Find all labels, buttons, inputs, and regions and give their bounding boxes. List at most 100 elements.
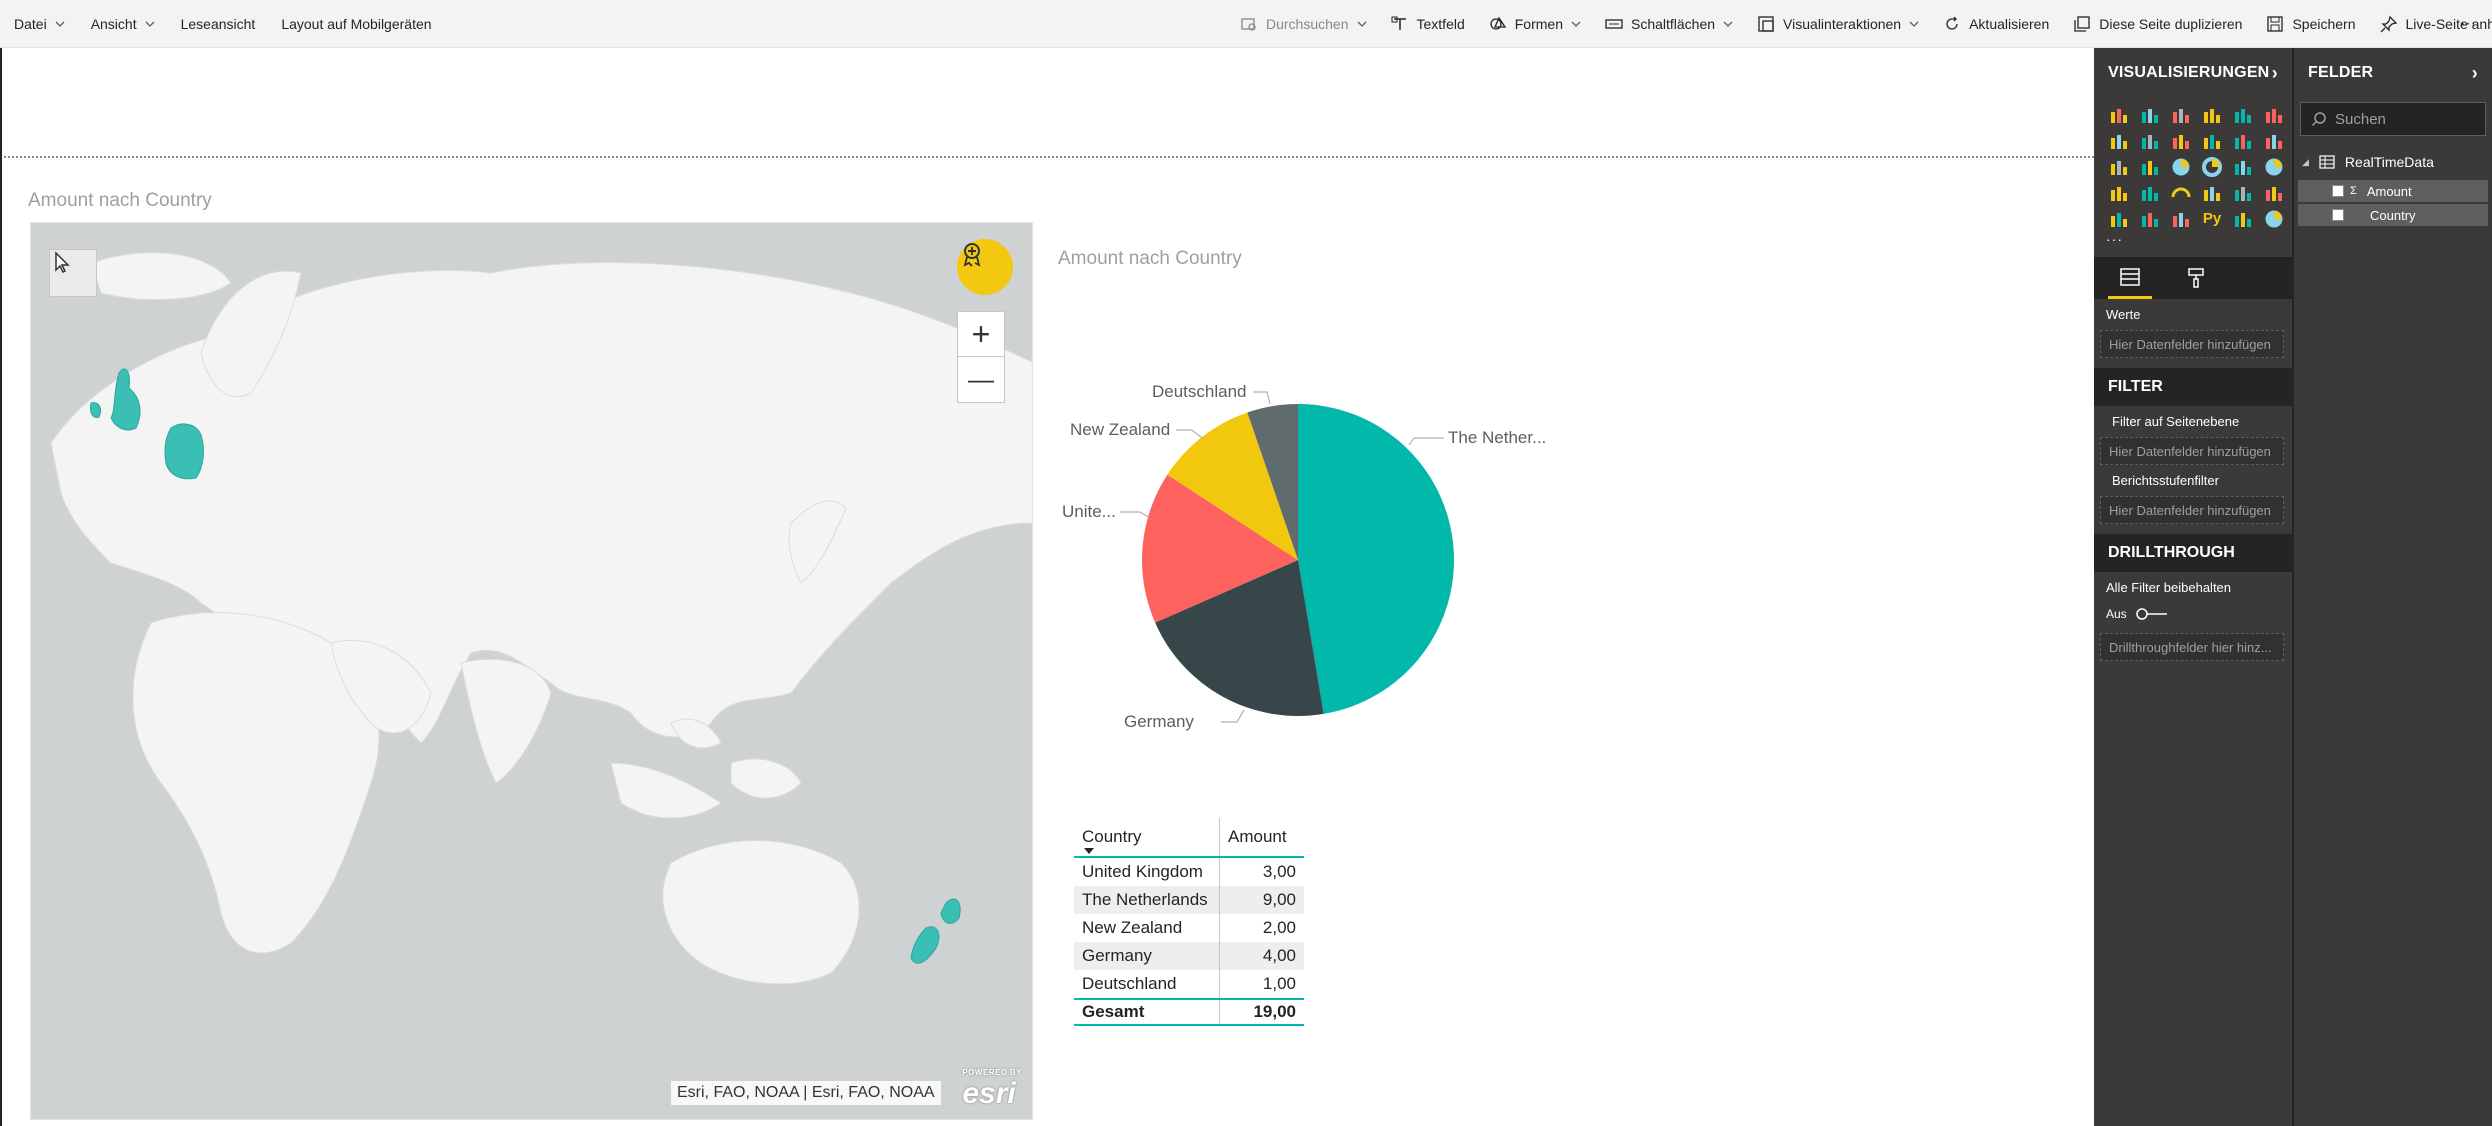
top-toolbar: Datei Ansicht Leseansicht Layout auf Mobilg… [0, 0, 2492, 48]
table-visual[interactable]: Country Amount United Kingdom 3,00 The Net… [1074, 818, 1304, 1026]
cursor-icon [55, 251, 70, 274]
viz-card-icon[interactable] [2199, 182, 2225, 203]
values-dropzone[interactable]: Hier Datenfelder hinzufügen [2100, 330, 2284, 358]
field-table-realtimedata[interactable]: ◢ RealTimeData [2294, 140, 2492, 178]
map-badge-button[interactable] [957, 239, 1013, 295]
zoom-out-button[interactable]: — [957, 357, 1005, 403]
viz-line-icon[interactable] [2106, 130, 2132, 151]
textbox-icon [1391, 15, 1409, 33]
viz-line-clustered-icon[interactable] [2230, 130, 2256, 151]
viz-line-column-icon[interactable] [2199, 130, 2225, 151]
toolbar-visual-interactions-button[interactable]: Visualinteraktionen [1757, 15, 1919, 33]
viz-area-icon[interactable] [2137, 130, 2163, 151]
viz-waterfall-icon[interactable] [2106, 156, 2132, 177]
viz-arcgis-icon[interactable] [2261, 208, 2287, 229]
table-cell-country: New Zealand [1074, 914, 1220, 942]
viz-clustered-bar-icon[interactable] [2168, 104, 2194, 125]
viz-more-button[interactable]: ··· [2094, 229, 2292, 249]
table-cell-amount: 4,00 [1262, 946, 1296, 965]
search-placeholder: Suchen [2335, 110, 2386, 128]
menu-ansicht[interactable]: Ansicht [91, 16, 155, 32]
fields-search-input[interactable]: Suchen [2300, 102, 2486, 136]
viz-kpi-icon[interactable] [2261, 182, 2287, 203]
viz-multi-row-card-icon[interactable] [2230, 182, 2256, 203]
viz-stacked-area-icon[interactable] [2168, 130, 2194, 151]
sigma-icon: Σ [2350, 185, 2357, 197]
viz-clustered-column-icon[interactable] [2199, 104, 2225, 125]
table-cell-amount: 3,00 [1262, 862, 1296, 881]
viz-donut-icon[interactable] [2199, 156, 2225, 177]
table-header-amount[interactable]: Amount [1220, 818, 1304, 856]
fields-pane-collapse-icon[interactable]: › [2472, 63, 2478, 84]
viz-100-bar-icon[interactable] [2230, 104, 2256, 125]
fields-pane-title: FELDER [2308, 64, 2374, 81]
table-row[interactable]: United Kingdom 3,00 [1074, 858, 1304, 886]
table-cell-amount: 1,00 [1262, 974, 1296, 993]
viz-map-icon[interactable] [2261, 156, 2287, 177]
report-filter-dropzone[interactable]: Hier Datenfelder hinzufügen [2100, 496, 2284, 524]
viz-stacked-column-icon[interactable] [2137, 104, 2163, 125]
viz-table-icon[interactable] [2137, 208, 2163, 229]
field-label-country: Country [2370, 207, 2416, 223]
table-row[interactable]: Germany 4,00 [1074, 942, 1304, 970]
field-row-amount[interactable]: Σ Amount [2298, 180, 2488, 202]
toolbar-shapes-button[interactable]: Formen [1489, 15, 1581, 33]
viz-gauge-icon[interactable] [2168, 182, 2194, 203]
explore-icon [1240, 15, 1258, 33]
viz-key-influencers-icon[interactable] [2230, 208, 2256, 229]
zoom-in-button[interactable]: + [957, 311, 1005, 357]
table-row[interactable]: New Zealand 2,00 [1074, 914, 1304, 942]
table-cell-country: United Kingdom [1074, 858, 1220, 886]
toolbar-save-button[interactable]: Speichern [2266, 15, 2356, 33]
table-cell-country: Germany [1074, 942, 1220, 970]
viz-stacked-bar-icon[interactable] [2106, 104, 2132, 125]
shapes-icon [1489, 15, 1507, 33]
paint-roller-icon [2188, 268, 2204, 288]
viz-matrix-icon[interactable] [2168, 208, 2194, 229]
toolbar-duplicate-page-button[interactable]: Diese Seite duplizieren [2073, 15, 2242, 33]
viz-ribbon-icon[interactable] [2261, 130, 2287, 151]
field-checkbox-country[interactable] [2332, 209, 2344, 221]
viz-treemap-icon[interactable] [2230, 156, 2256, 177]
chevron-down-icon [1357, 16, 1367, 32]
toolbar-textbox-button[interactable]: Textfeld [1391, 15, 1465, 33]
tab-format[interactable] [2174, 257, 2218, 299]
menu-datei[interactable]: Datei [14, 16, 65, 32]
select-tool-button[interactable] [49, 249, 97, 297]
toggle-state-label: Aus [2106, 607, 2127, 621]
toolbar-more-button[interactable]: ··· [2460, 15, 2476, 33]
viz-pane-collapse-icon[interactable]: › [2272, 63, 2278, 84]
table-header-country[interactable]: Country [1074, 818, 1220, 856]
viz-100-column-icon[interactable] [2261, 104, 2287, 125]
viz-pie-icon[interactable] [2168, 156, 2194, 177]
menu-leseansicht[interactable]: Leseansicht [181, 16, 256, 32]
viz-python-icon[interactable]: Py [2199, 208, 2225, 229]
fields-list-icon [2120, 267, 2140, 286]
viz-funnel-icon[interactable] [2137, 182, 2163, 203]
table-row[interactable]: The Netherlands 9,00 [1074, 886, 1304, 914]
field-checkbox-amount[interactable] [2332, 185, 2344, 197]
chevron-down-icon [145, 16, 155, 32]
expand-triangle-icon: ◢ [2302, 156, 2309, 167]
tab-fields[interactable] [2108, 257, 2152, 299]
table-row[interactable]: Deutschland 1,00 [1074, 970, 1304, 998]
toolbar-refresh-button[interactable]: Aktualisieren [1943, 15, 2049, 33]
table-header-row: Country Amount [1074, 818, 1304, 858]
toolbar-buttons-button[interactable]: Schaltflächen [1605, 15, 1733, 33]
page-filter-dropzone[interactable]: Hier Datenfelder hinzufügen [2100, 437, 2284, 465]
keep-filters-toggle[interactable]: Aus [2094, 603, 2292, 625]
field-row-country[interactable]: Country [2298, 204, 2488, 226]
ribbon-award-icon [963, 243, 981, 267]
viz-slicer-icon[interactable] [2106, 208, 2132, 229]
drillthrough-dropzone[interactable]: Drillthroughfelder hier hinz... [2100, 633, 2284, 661]
viz-filled-map-icon[interactable] [2106, 182, 2132, 203]
menu-layout-auf-mobilger-ten[interactable]: Layout auf Mobilgeräten [281, 16, 431, 32]
save-icon [2266, 15, 2284, 33]
world-map [50, 252, 1032, 985]
viz-scatter-icon[interactable] [2137, 156, 2163, 177]
viz-tabs [2094, 257, 2292, 299]
map-visual[interactable]: + — Esri, FAO, NOAA | Esri, FAO, NOAA PO… [30, 222, 1033, 1120]
toolbar-explore-button[interactable]: Durchsuchen [1240, 15, 1367, 33]
pie-visual[interactable]: The Nether... Germany Unite... New Zeala… [1052, 308, 1612, 788]
table-icon [2319, 155, 2335, 169]
